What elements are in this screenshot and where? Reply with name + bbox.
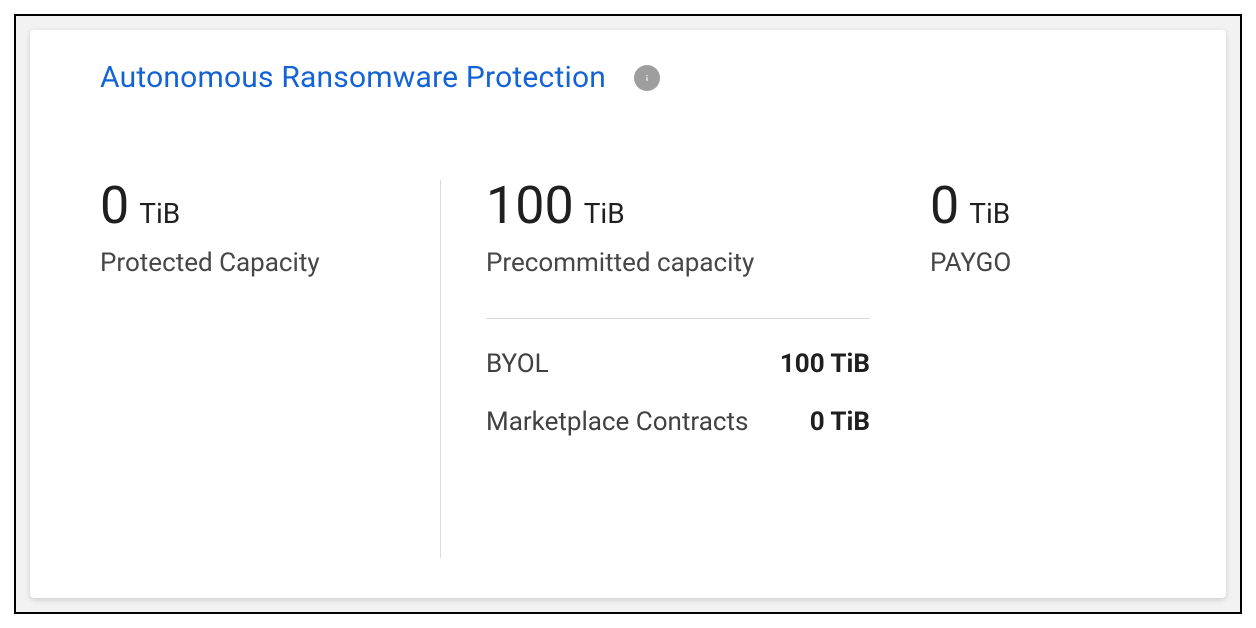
metric-paygo: 0 TiB PAYGO (910, 180, 1156, 558)
byol-value: 100 TiB (780, 349, 870, 379)
precommitted-label: Precommitted capacity (486, 248, 870, 278)
card-body: 0 TiB Protected Capacity 100 TiB Precomm… (30, 122, 1226, 598)
paygo-value: 0 (930, 180, 959, 232)
precommitted-value: 100 (486, 180, 574, 232)
page-frame: Autonomous Ransomware Protection 0 TiB P… (14, 14, 1242, 614)
precommitted-unit: TiB (584, 197, 625, 230)
breakdown-row-marketplace: Marketplace Contracts 0 TiB (486, 407, 870, 437)
breakdown-row-byol: BYOL 100 TiB (486, 349, 870, 379)
protected-unit: TiB (139, 197, 180, 230)
byol-label: BYOL (486, 349, 549, 379)
ransomware-protection-card: Autonomous Ransomware Protection 0 TiB P… (30, 30, 1226, 598)
marketplace-value: 0 TiB (810, 407, 870, 437)
card-header: Autonomous Ransomware Protection (30, 30, 1226, 122)
paygo-label: PAYGO (930, 248, 1156, 278)
metric-precommitted-capacity: 100 TiB Precommitted capacity BYOL 100 T… (440, 180, 910, 558)
marketplace-label: Marketplace Contracts (486, 407, 748, 437)
metric-protected-capacity: 0 TiB Protected Capacity (100, 180, 440, 558)
metric-value-row: 0 TiB (100, 180, 400, 232)
info-icon[interactable] (634, 65, 660, 91)
breakdown-divider (486, 318, 870, 319)
metric-value-row: 100 TiB (486, 180, 870, 232)
metric-value-row: 0 TiB (930, 180, 1156, 232)
paygo-unit: TiB (969, 197, 1010, 230)
card-title-link[interactable]: Autonomous Ransomware Protection (100, 60, 606, 95)
protected-label: Protected Capacity (100, 248, 400, 278)
protected-value: 0 (100, 180, 129, 232)
